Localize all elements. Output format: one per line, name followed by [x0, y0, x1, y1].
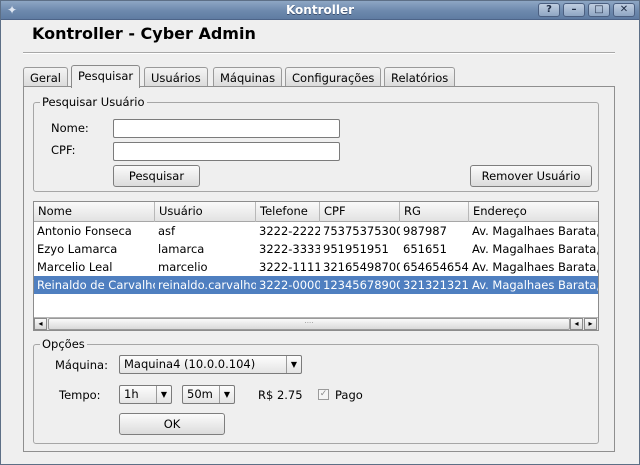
cell-endereco: Av. Magalhaes Barata, [472, 260, 599, 274]
tab-relatorios[interactable]: Relatórios [384, 67, 456, 87]
minutes-select[interactable]: 50m ▼ [182, 385, 235, 404]
paid-label: Pago [335, 388, 363, 402]
cell-telefone: 3222-3333 [259, 242, 320, 256]
scroll-right-icon[interactable]: ▸ [584, 318, 597, 330]
help-button[interactable]: ? [538, 3, 560, 17]
cell-usuario: marcelio [158, 260, 208, 274]
main-window: ✦ Kontroller ? – □ ✕ Kontroller - Cyber … [0, 0, 640, 465]
column-header-rg[interactable]: RG [400, 202, 469, 222]
cell-nome: Ezyo Lamarca [37, 242, 118, 256]
cell-rg: 654654654 [403, 260, 469, 274]
table-header: Nome Usuário Telefone CPF RG Endereço [34, 202, 598, 222]
column-header-usuario[interactable]: Usuário [155, 202, 256, 222]
table-row[interactable]: Antonio Fonseca asf 3222-2222 7537537530… [34, 222, 599, 240]
price-value: R$ 2.75 [258, 388, 303, 402]
tab-configuracoes[interactable]: Configurações [285, 67, 382, 87]
scroll-left-icon[interactable]: ◂ [570, 318, 583, 330]
chevron-down-icon: ▼ [219, 386, 234, 403]
cell-rg: 987987 [403, 224, 447, 238]
cell-nome: Antonio Fonseca [37, 224, 132, 238]
search-button[interactable]: Pesquisar [113, 165, 200, 187]
cell-rg: 321321321 [403, 278, 469, 292]
users-table: Nome Usuário Telefone CPF RG Endereço An… [33, 201, 599, 331]
cell-cpf: 32165498700 [323, 260, 400, 274]
cell-endereco: Av. Magalhaes Barata, [472, 224, 599, 238]
chevron-down-icon: ▼ [156, 386, 171, 403]
column-header-telefone[interactable]: Telefone [256, 202, 320, 222]
search-group-title: Pesquisar Usuário [40, 95, 147, 109]
minutes-select-value: 50m [187, 387, 213, 401]
cell-nome: Reinaldo de Carvalho [37, 278, 155, 292]
hours-select[interactable]: 1h ▼ [119, 385, 172, 404]
cell-nome: Marcelio Leal [37, 260, 113, 274]
cell-cpf: 75375375300 [323, 224, 400, 238]
tab-maquinas[interactable]: Máquinas [213, 67, 283, 87]
remove-user-button[interactable]: Remover Usuário [470, 165, 592, 187]
maximize-button[interactable]: □ [588, 3, 610, 17]
options-group-title: Opções [40, 337, 87, 351]
tab-geral[interactable]: Geral [23, 67, 68, 87]
cell-endereco: Av. Magalhaes Barata, [472, 242, 599, 256]
name-label: Nome: [51, 121, 89, 135]
close-button[interactable]: ✕ [613, 3, 635, 17]
horizontal-scrollbar[interactable]: ◂ ···· ◂ ▸ [34, 317, 598, 330]
table-row[interactable]: Marcelio Leal marcelio 3222-1111 3216549… [34, 258, 599, 276]
cell-usuario: lamarca [158, 242, 205, 256]
cell-rg: 651651 [403, 242, 447, 256]
paid-checkbox[interactable]: ✓ [318, 389, 329, 400]
minimize-button[interactable]: – [563, 3, 585, 17]
page-title: Kontroller - Cyber Admin [32, 24, 256, 43]
time-label: Tempo: [59, 388, 101, 402]
column-header-cpf[interactable]: CPF [320, 202, 400, 222]
cpf-label: CPF: [51, 143, 76, 157]
cell-cpf: 951951951 [323, 242, 389, 256]
table-row-selected[interactable]: Reinaldo de Carvalho reinaldo.carvalho 3… [34, 276, 599, 294]
cell-usuario: reinaldo.carvalho [158, 278, 256, 292]
scrollbar-thumb[interactable]: ···· [48, 318, 570, 330]
table-row[interactable]: Ezyo Lamarca lamarca 3222-3333 951951951… [34, 240, 599, 258]
title-bar: ✦ Kontroller ? – □ ✕ [1, 1, 639, 20]
ok-button[interactable]: OK [119, 413, 225, 435]
scroll-left-icon[interactable]: ◂ [34, 318, 47, 330]
cell-telefone: 3222-2222 [259, 224, 320, 238]
cell-telefone: 3222-0000 [259, 278, 320, 292]
cell-usuario: asf [158, 224, 176, 238]
cpf-input[interactable] [113, 142, 340, 161]
divider [23, 52, 615, 54]
cell-telefone: 3222-1111 [259, 260, 320, 274]
column-header-endereco[interactable]: Endereço [469, 202, 598, 222]
cell-cpf: 12345678900 [323, 278, 400, 292]
machine-select[interactable]: Maquina4 (10.0.0.104) ▼ [119, 355, 302, 374]
machine-label: Máquina: [55, 358, 108, 372]
cell-endereco: Av. Magalhaes Barata, [472, 278, 599, 292]
column-header-nome[interactable]: Nome [34, 202, 155, 222]
machine-select-value: Maquina4 (10.0.0.104) [124, 357, 256, 371]
options-group: Opções [33, 337, 599, 444]
name-input[interactable] [113, 119, 340, 138]
tab-usuarios[interactable]: Usuários [144, 67, 208, 87]
chevron-down-icon: ▼ [286, 356, 301, 373]
hours-select-value: 1h [124, 387, 139, 401]
tab-pesquisar[interactable]: Pesquisar [71, 65, 141, 88]
